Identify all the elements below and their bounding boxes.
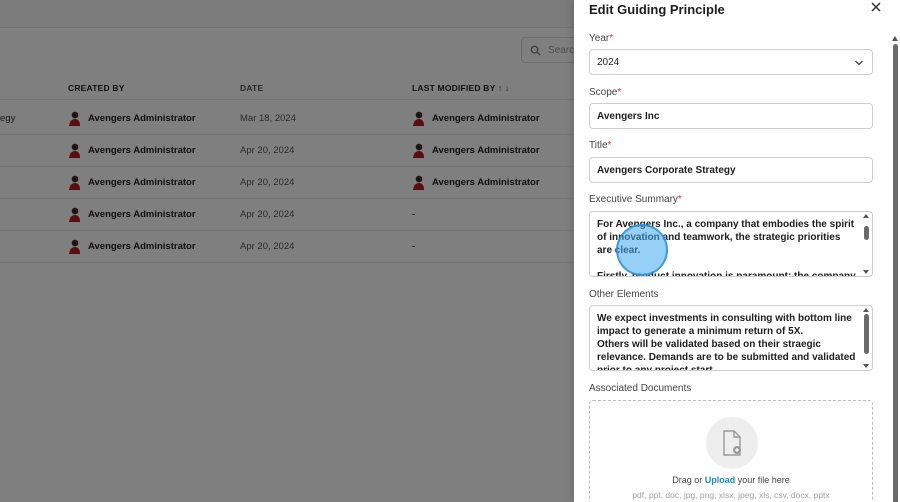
title-label: Title*: [589, 140, 612, 151]
upload-icon-circle: [706, 417, 758, 469]
file-upload-icon: [723, 430, 741, 456]
scroll-thumb[interactable]: [893, 44, 898, 502]
upload-instructions: Drag or Upload your file here: [672, 475, 790, 485]
scope-field[interactable]: Avengers Inc: [589, 103, 873, 129]
other-elements-text: We expect investments in consulting with…: [597, 313, 856, 371]
textarea-scrollbar[interactable]: [862, 214, 871, 274]
executive-summary-textarea[interactable]: For Avengers Inc., a company that embodi…: [589, 211, 873, 277]
year-label: Year*: [589, 33, 614, 44]
scope-value: Avengers Inc: [597, 110, 660, 122]
required-marker: *: [609, 33, 614, 44]
close-icon: [871, 2, 881, 12]
scope-label: Scope*: [589, 87, 622, 98]
other-elements-label: Other Elements: [589, 289, 659, 300]
scroll-thumb[interactable]: [864, 314, 869, 354]
title-field[interactable]: Avengers Corporate Strategy: [589, 157, 873, 183]
title-value: Avengers Corporate Strategy: [597, 164, 736, 176]
executive-summary-text: For Avengers Inc., a company that embodi…: [597, 219, 856, 277]
scroll-thumb[interactable]: [864, 226, 869, 240]
executive-summary-label: Executive Summary*: [589, 194, 682, 205]
scroll-down-icon[interactable]: [863, 270, 869, 274]
allowed-file-types: pdf, ppt, doc, jpg, png, xlsx, jpeg, xls…: [632, 490, 830, 500]
scroll-up-icon[interactable]: [892, 36, 898, 41]
drawer-scrollbar[interactable]: [892, 36, 899, 502]
drawer-title: Edit Guiding Principle: [589, 2, 725, 17]
other-elements-textarea[interactable]: We expect investments in consulting with…: [589, 305, 873, 371]
scroll-down-icon[interactable]: [863, 364, 869, 368]
required-marker: *: [607, 140, 612, 151]
year-select[interactable]: 2024: [589, 49, 873, 75]
year-value: 2024: [597, 56, 620, 68]
chevron-down-icon: [855, 60, 863, 66]
upload-dropzone[interactable]: Drag or Upload your file here pdf, ppt, …: [589, 400, 873, 502]
required-marker: *: [677, 194, 682, 205]
modal-overlay[interactable]: [0, 0, 574, 502]
scroll-up-icon[interactable]: [863, 214, 869, 218]
edit-drawer: Edit Guiding Principle Year* 2024 Scope*…: [574, 0, 900, 502]
documents-label: Associated Documents: [589, 383, 692, 394]
close-button[interactable]: [869, 0, 883, 14]
upload-link[interactable]: Upload: [705, 475, 736, 485]
required-marker: *: [617, 87, 622, 98]
scroll-up-icon[interactable]: [863, 308, 869, 312]
textarea-scrollbar[interactable]: [862, 308, 871, 368]
